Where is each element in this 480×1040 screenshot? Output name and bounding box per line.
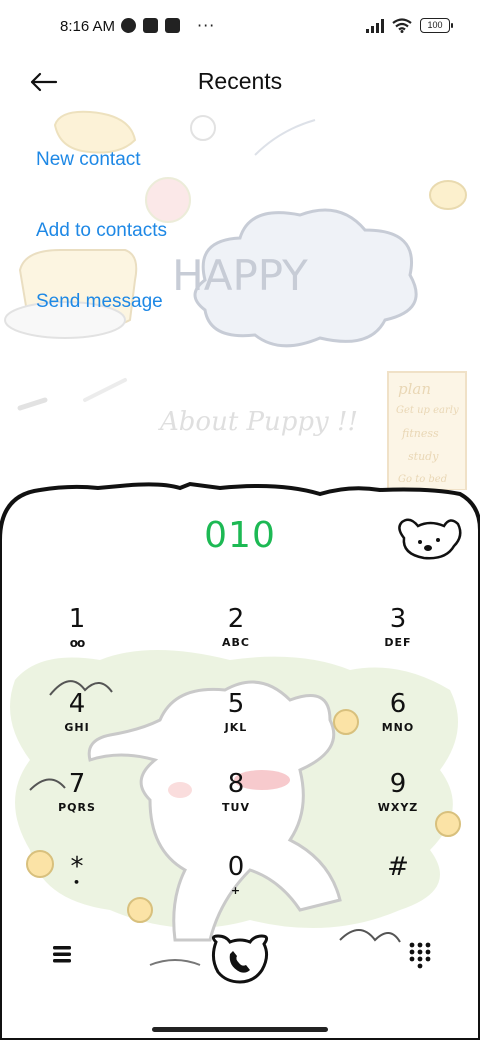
key-digit: 3	[389, 604, 407, 634]
status-time: 8:16 AM	[60, 18, 116, 35]
key-letters: GHI	[64, 721, 90, 734]
key-hash[interactable]: #	[343, 852, 453, 916]
key-9[interactable]: 9 WXYZ	[343, 769, 453, 833]
send-message-link[interactable]: Send message	[36, 291, 163, 313]
key-digit: 1	[68, 604, 86, 634]
plan-item-2: fitness	[401, 427, 439, 440]
key-digit: #	[387, 852, 409, 882]
key-letters: MNO	[381, 721, 415, 734]
dialpad-icon	[409, 942, 431, 969]
key-digit: 0	[227, 852, 245, 882]
key-digit: 9	[389, 769, 407, 799]
key-digit: 8	[227, 769, 245, 799]
status-bar: 8:16 AM ··· 100	[0, 0, 480, 56]
new-contact-link[interactable]: New contact	[36, 149, 141, 171]
about-puppy-text: About Puppy !!	[158, 407, 358, 437]
system-icons: 100	[366, 18, 453, 33]
key-8[interactable]: 8 TUV	[181, 769, 291, 833]
key-letters: WXYZ	[377, 801, 419, 814]
key-digit: 5	[227, 689, 245, 719]
key-letters: ABC	[222, 636, 250, 649]
notification-square-icon	[143, 18, 158, 33]
header: Recents	[0, 56, 480, 108]
key-4[interactable]: 4 GHI	[22, 689, 132, 753]
key-letters: DEF	[384, 636, 412, 649]
key-7[interactable]: 7 PQRS	[22, 769, 132, 833]
phone-call-icon	[211, 934, 269, 984]
key-letters: •	[72, 876, 82, 889]
key-3[interactable]: 3 DEF	[343, 604, 453, 668]
home-indicator[interactable]	[152, 1027, 328, 1032]
key-5[interactable]: 5 JKL	[181, 689, 291, 753]
key-digit: 2	[227, 604, 245, 634]
key-digit: 6	[389, 689, 407, 719]
key-2[interactable]: 2 ABC	[181, 604, 291, 668]
wifi-icon	[392, 18, 412, 33]
plan-title-text: plan	[398, 380, 431, 398]
battery-icon: 100	[420, 18, 453, 33]
key-star[interactable]: * •	[22, 852, 132, 916]
notification-app-icon	[121, 18, 136, 33]
signal-icon	[366, 18, 384, 33]
page-title: Recents	[197, 68, 283, 94]
key-1[interactable]: 1 oo	[22, 604, 132, 668]
key-letters: JKL	[224, 721, 248, 734]
add-to-contacts-link[interactable]: Add to contacts	[36, 220, 167, 242]
plan-item-3: study	[408, 450, 439, 463]
menu-button[interactable]	[48, 940, 76, 968]
key-letters: +	[230, 884, 242, 897]
key-0[interactable]: 0 +	[181, 852, 291, 916]
key-letters: PQRS	[58, 801, 96, 814]
notification-icons: ···	[121, 15, 216, 35]
more-notifications-icon: ···	[197, 15, 216, 35]
key-digit: 4	[68, 689, 86, 719]
key-letters: TUV	[222, 801, 250, 814]
key-6[interactable]: 6 MNO	[343, 689, 453, 753]
voicemail-icon: oo	[69, 636, 86, 650]
happy-doodle-text: HAPPY	[172, 251, 308, 300]
plan-item-1: Get up early	[396, 405, 459, 416]
notification-upload-icon	[165, 18, 180, 33]
dialpad-toggle-button[interactable]	[406, 940, 434, 970]
call-button[interactable]	[206, 932, 274, 986]
menu-icon	[53, 946, 71, 963]
key-digit: 7	[68, 769, 86, 799]
puppy-avatar-icon[interactable]	[394, 514, 466, 564]
